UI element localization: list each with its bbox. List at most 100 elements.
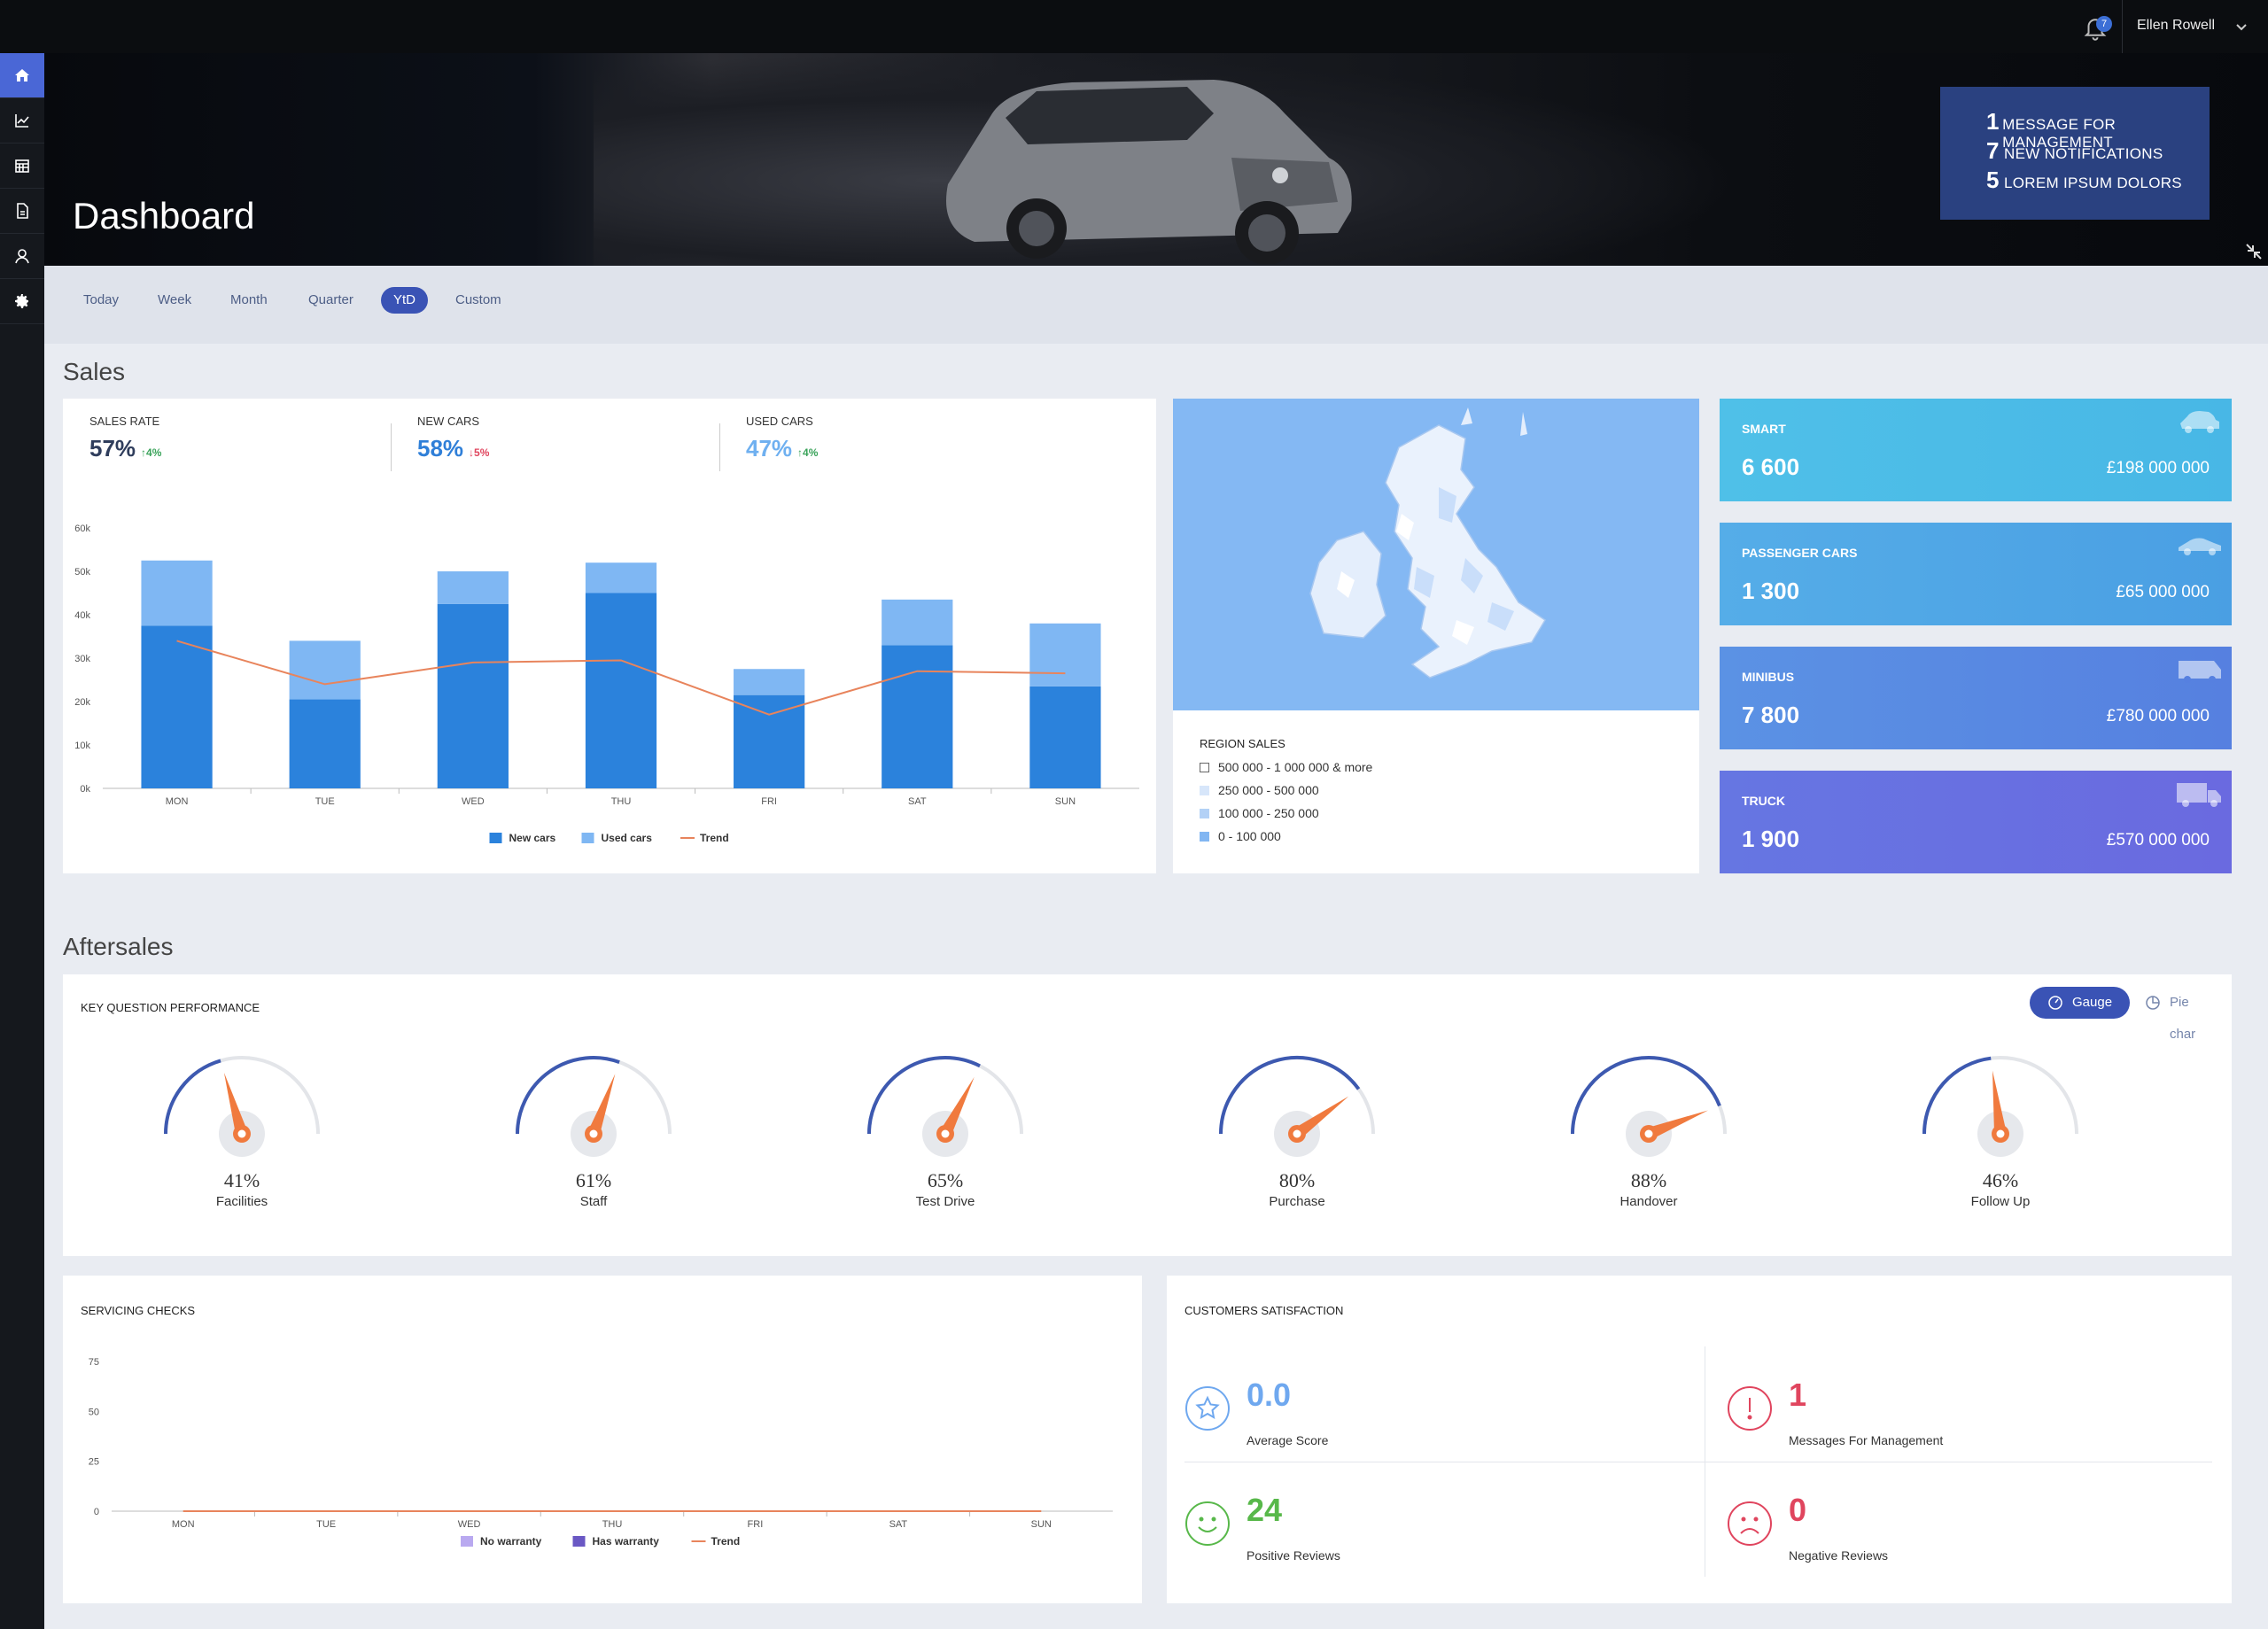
document-icon — [17, 203, 28, 219]
y-tick-label: 60k — [74, 524, 90, 534]
stat-value: 0 — [1789, 1492, 1807, 1528]
message-text: Lorem ipsum dolors — [2004, 175, 2182, 191]
x-tick-label: SAT — [889, 1519, 908, 1530]
y-tick-label: 0 — [94, 1507, 99, 1517]
gauge-percent: 46% — [1982, 1169, 2019, 1191]
stat-label: Messages For Management — [1789, 1433, 1944, 1447]
vehicle-count: 1 900 — [1742, 826, 1800, 852]
user-icon — [15, 249, 29, 264]
collapse-icon[interactable] — [2243, 241, 2264, 262]
bar-segment[interactable] — [734, 669, 805, 695]
gauge-purchase: 80% Purchase — [1213, 1054, 1425, 1231]
bar-segment[interactable] — [437, 603, 509, 788]
bar-segment[interactable] — [882, 645, 953, 788]
legend-label: New cars — [509, 832, 556, 844]
kqp-title: Key question performance — [81, 1001, 260, 1014]
sidebar — [0, 53, 44, 1629]
sidebar-item-calendar[interactable] — [0, 144, 44, 189]
y-tick-label: 10k — [74, 741, 90, 751]
bar-segment[interactable] — [289, 640, 361, 700]
tab-custom[interactable]: Custom — [443, 287, 514, 314]
stat-positive-reviews: 24 Positive Reviews — [1184, 1479, 1681, 1586]
gauge-icon — [2048, 996, 2062, 1010]
customer-satisfaction-title: Customers satisfaction — [1184, 1304, 1344, 1317]
gauge-needle — [1992, 1070, 2007, 1135]
vehicle-amount: £65 000 000 — [2116, 583, 2210, 601]
vehicle-count: 6 600 — [1742, 454, 1800, 480]
vehicle-count: 7 800 — [1742, 702, 1800, 728]
message-text: New notifications — [2004, 145, 2163, 162]
chart-icon — [15, 114, 29, 128]
region-sales-card: Region sales 500 000 - 1 000 000 & more … — [1173, 399, 1699, 873]
gauge-dial — [516, 1056, 672, 1157]
minibus-icon — [2179, 661, 2221, 683]
bar-segment[interactable] — [141, 560, 213, 626]
gauge-label: Follow Up — [1970, 1194, 2031, 1209]
kpi-label: Sales rate — [89, 415, 160, 428]
tab-week[interactable]: Week — [145, 287, 204, 314]
bar-segment[interactable] — [585, 593, 657, 789]
legend-swatch — [572, 1536, 586, 1547]
sidebar-item-home[interactable] — [0, 53, 44, 98]
legend-swatch — [461, 1536, 473, 1547]
vehicle-name: Smart — [1742, 422, 1786, 436]
period-tabs: Today Week Month Quarter YtD Custom — [44, 266, 2268, 344]
hero-banner: Dashboard 1 Message for management 7 New… — [44, 53, 2268, 266]
sidebar-item-profile[interactable] — [0, 234, 44, 279]
user-name[interactable]: Ellen Rowell — [2137, 18, 2215, 34]
bar-segment[interactable] — [437, 571, 509, 604]
tab-month[interactable]: Month — [218, 287, 280, 314]
kpi-divider — [391, 423, 392, 471]
gauge-label: Handover — [1619, 1194, 1678, 1209]
pie-toggle-label: Pie char — [2170, 995, 2196, 1042]
vehicle-card-truck[interactable]: Truck 1 900 £570 000 000 — [1720, 771, 2232, 873]
uk-map[interactable] — [1173, 399, 1699, 710]
sidebar-item-documents[interactable] — [0, 189, 44, 234]
bar-segment[interactable] — [734, 694, 805, 788]
tab-quarter[interactable]: Quarter — [296, 287, 366, 314]
x-tick-label: FRI — [761, 796, 777, 807]
message-count: 7 — [1986, 137, 2000, 164]
chevron-down-icon[interactable] — [2233, 18, 2250, 35]
pie-chart-toggle-button[interactable]: Pie char — [2127, 987, 2232, 1042]
smile-icon — [1185, 1501, 1230, 1546]
tab-ytd[interactable]: YtD — [381, 287, 429, 314]
x-tick-label: WED — [462, 796, 485, 807]
kpi-value-text: 58% — [417, 435, 464, 462]
region-sales-title: Region sales — [1200, 737, 1285, 750]
tab-today[interactable]: Today — [71, 287, 131, 314]
stat-negative-reviews: 0 Negative Reviews — [1727, 1479, 2223, 1586]
sidebar-item-settings[interactable] — [0, 279, 44, 324]
sidebar-item-analytics[interactable] — [0, 98, 44, 144]
bar-segment[interactable] — [882, 599, 953, 646]
gauge-percent: 65% — [927, 1169, 964, 1191]
bar-segment[interactable] — [1029, 686, 1101, 788]
gauge-percent: 61% — [575, 1169, 612, 1191]
gauge-needle-center — [589, 1129, 598, 1138]
y-tick-label: 30k — [74, 654, 90, 664]
gauge-label: Test Drive — [915, 1194, 975, 1209]
vehicle-card-smart[interactable]: Smart 6 600 £198 000 000 — [1720, 399, 2232, 501]
bar-segment[interactable] — [585, 562, 657, 593]
bar-segment[interactable] — [1029, 623, 1101, 687]
vehicle-amount: £780 000 000 — [2106, 707, 2210, 725]
gauge-value-arc — [164, 1059, 221, 1135]
legend-label: Trend — [700, 832, 729, 844]
legend-swatch — [1200, 831, 1209, 842]
vehicle-amount: £198 000 000 — [2106, 459, 2210, 477]
bar-segment[interactable] — [141, 625, 213, 788]
gauge-percent: 41% — [223, 1169, 260, 1191]
vehicle-card-minibus[interactable]: Minibus 7 800 £780 000 000 — [1720, 647, 2232, 749]
topbar-divider — [2122, 0, 2123, 53]
customer-satisfaction-card: Customers satisfaction 0.0 Average Score… — [1167, 1276, 2232, 1603]
messages-summary-box[interactable]: 1 Message for management 7 New notificat… — [1940, 87, 2210, 220]
y-tick-label: 50k — [74, 567, 90, 578]
y-tick-label: 20k — [74, 697, 90, 708]
region-legend: 500 000 - 1 000 000 & more 250 000 - 500… — [1200, 760, 1372, 852]
message-row: 1 Message for management — [1986, 108, 2210, 151]
vehicle-card-passenger-cars[interactable]: Passenger cars 1 300 £65 000 000 — [1720, 523, 2232, 625]
gauge-toggle-button[interactable]: Gauge — [2030, 987, 2131, 1019]
key-question-performance-card: Key question performance Gauge Pie char … — [63, 974, 2232, 1256]
x-tick-label: THU — [602, 1519, 623, 1530]
bar-segment[interactable] — [289, 699, 361, 788]
